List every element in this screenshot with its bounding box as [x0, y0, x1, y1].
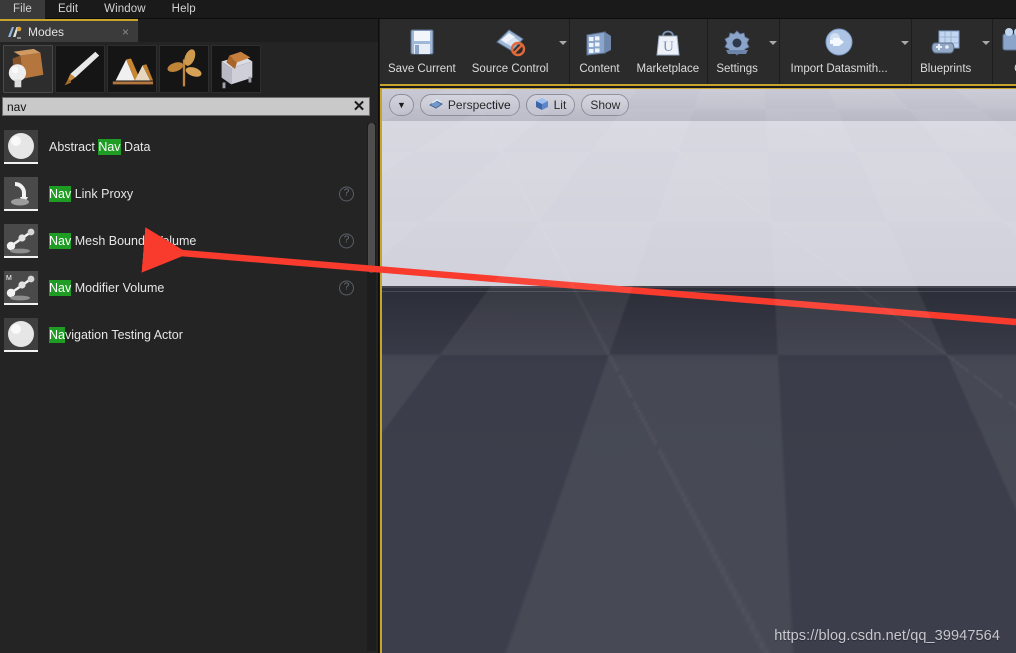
landscape-mode-button[interactable] [107, 45, 157, 93]
settings-button[interactable]: Settings [708, 19, 766, 84]
list-item-label: Nav Modifier Volume [49, 279, 165, 296]
chevron-down-icon: ▼ [397, 99, 406, 110]
marketplace-bag-icon: U [649, 26, 687, 60]
list-item[interactable]: Navigation Testing Actor [0, 311, 366, 358]
viewport-camera-mode-button[interactable]: Perspective [419, 94, 520, 116]
viewport-ground [382, 292, 1016, 653]
nav-link-proxy-thumb-icon [4, 176, 38, 211]
viewport-horizon [382, 287, 1016, 291]
chevron-down-icon [981, 41, 990, 45]
source-control-dropdown[interactable] [556, 19, 569, 84]
place-mode-button[interactable] [3, 45, 53, 93]
tab-modes-close-icon[interactable]: × [108, 25, 129, 39]
viewport-lighting-mode-label: Lit [553, 98, 567, 112]
placeable-results-list[interactable]: Abstract Nav Data Nav Link Proxy ? Nav M… [0, 123, 366, 653]
unreal-editor-window: File Edit Window Help Modes × nav ✕ Abst… [0, 0, 1016, 653]
content-label: Content [579, 63, 620, 75]
viewport-show-menu-button[interactable]: Show [581, 94, 630, 116]
search-input[interactable] [3, 98, 349, 115]
panel-scrollbar[interactable] [367, 123, 376, 651]
scrollbar-thumb[interactable] [368, 123, 375, 273]
list-item-label: Abstract Nav Data [49, 138, 151, 155]
chevron-down-icon [900, 41, 909, 45]
viewport-toolbar: ▼ Perspective Lit Show [382, 89, 1016, 121]
toolbar-group-content: Content U Marketplace [570, 19, 709, 84]
sphere-thumb-icon [4, 129, 38, 164]
menu-item-window[interactable]: Window [91, 0, 159, 19]
geometry-editing-mode-button[interactable] [211, 45, 261, 93]
content-button[interactable]: Content [570, 19, 628, 84]
save-current-label: Save Current [388, 63, 456, 75]
import-datasmith-button[interactable]: Import Datasmith... [780, 19, 898, 84]
list-item-label: Navigation Testing Actor [49, 326, 183, 343]
watermark-url: https://blog.csdn.net/qq_39947564 [774, 628, 1000, 644]
toolbar-group-settings: Settings [708, 19, 781, 84]
menu-bar: File Edit Window Help [0, 0, 1016, 19]
list-item-label: Nav Mesh Bounds Volume [49, 232, 197, 249]
cinematics-icon [999, 26, 1016, 60]
viewport-options-menu[interactable]: ▼ [389, 94, 414, 116]
tab-modes-label: Modes [28, 24, 65, 39]
paint-mode-button[interactable] [55, 45, 105, 93]
help-icon[interactable]: ? [339, 280, 354, 295]
blueprint-gamepad-icon [927, 26, 965, 60]
source-control-button[interactable]: Source Control [464, 19, 557, 84]
help-icon[interactable]: ? [339, 233, 354, 248]
list-item[interactable]: Nav Mesh Bounds Volume ? [0, 217, 366, 264]
foliage-mode-button[interactable] [159, 45, 209, 93]
datasmith-plug-icon [820, 26, 858, 60]
level-viewport[interactable]: ▼ Perspective Lit Show https://blog.csdn… [380, 88, 1016, 653]
menu-item-file[interactable]: File [0, 0, 45, 19]
menu-item-edit[interactable]: Edit [45, 0, 91, 19]
source-control-icon [491, 26, 529, 60]
search-row: ✕ [0, 94, 378, 120]
menu-item-help[interactable]: Help [159, 0, 209, 19]
viewport-show-label: Show [590, 98, 621, 112]
list-item[interactable]: Nav Link Proxy ? [0, 170, 366, 217]
viewport-lighting-mode-button[interactable]: Lit [525, 94, 576, 116]
viewport-camera-mode-label: Perspective [447, 98, 511, 112]
svg-text:M: M [6, 275, 12, 282]
perspective-icon [428, 98, 443, 113]
nav-modifier-thumb-icon: M [4, 270, 38, 305]
marketplace-button[interactable]: U Marketplace [628, 19, 707, 84]
source-control-label: Source Control [471, 63, 549, 75]
cinematics-button[interactable]: C [993, 19, 1016, 84]
search-clear-icon[interactable]: ✕ [349, 98, 369, 115]
sphere-thumb-icon [4, 317, 38, 352]
toolbar-group-file: Save Current Source Control [380, 19, 571, 84]
marketplace-label: Marketplace [636, 63, 700, 75]
toolbar-group-datasmith: Import Datasmith... [780, 19, 913, 84]
lit-cube-icon [535, 97, 549, 114]
svg-text:U: U [663, 39, 674, 55]
list-item[interactable]: Abstract Nav Data [0, 123, 366, 170]
modes-panel: Modes × nav ✕ Abstract Nav Data Nav Link… [0, 19, 379, 653]
mode-buttons-row [0, 42, 378, 94]
tab-modes[interactable]: Modes × [0, 19, 138, 42]
import-datasmith-label: Import Datasmith... [790, 63, 888, 75]
modes-tabstrip: Modes × [0, 19, 378, 42]
floppy-disk-icon [403, 26, 441, 60]
settings-label: Settings [716, 63, 758, 75]
main-toolbar: Save Current Source Control Content U Ma… [380, 19, 1016, 86]
blueprints-dropdown[interactable] [979, 19, 992, 84]
list-item[interactable]: M Nav Modifier Volume ? [0, 264, 366, 311]
list-item-label: Nav Link Proxy [49, 185, 134, 202]
toolbar-group-blueprints: Blueprints [912, 19, 994, 84]
toolbar-group-cinematics: C [993, 19, 1016, 84]
blueprints-button[interactable]: Blueprints [912, 19, 979, 84]
help-icon[interactable]: ? [339, 186, 354, 201]
import-datasmith-dropdown[interactable] [898, 19, 911, 84]
blueprints-label: Blueprints [920, 63, 972, 75]
nav-mesh-bounds-thumb-icon [4, 223, 38, 258]
modes-icon [7, 25, 22, 39]
search-box[interactable]: ✕ [2, 97, 370, 116]
chevron-down-icon [558, 41, 567, 45]
chevron-down-icon [768, 41, 777, 45]
content-browser-icon [580, 26, 618, 60]
gear-icon [718, 26, 756, 60]
settings-dropdown[interactable] [766, 19, 779, 84]
save-current-button[interactable]: Save Current [380, 19, 464, 84]
